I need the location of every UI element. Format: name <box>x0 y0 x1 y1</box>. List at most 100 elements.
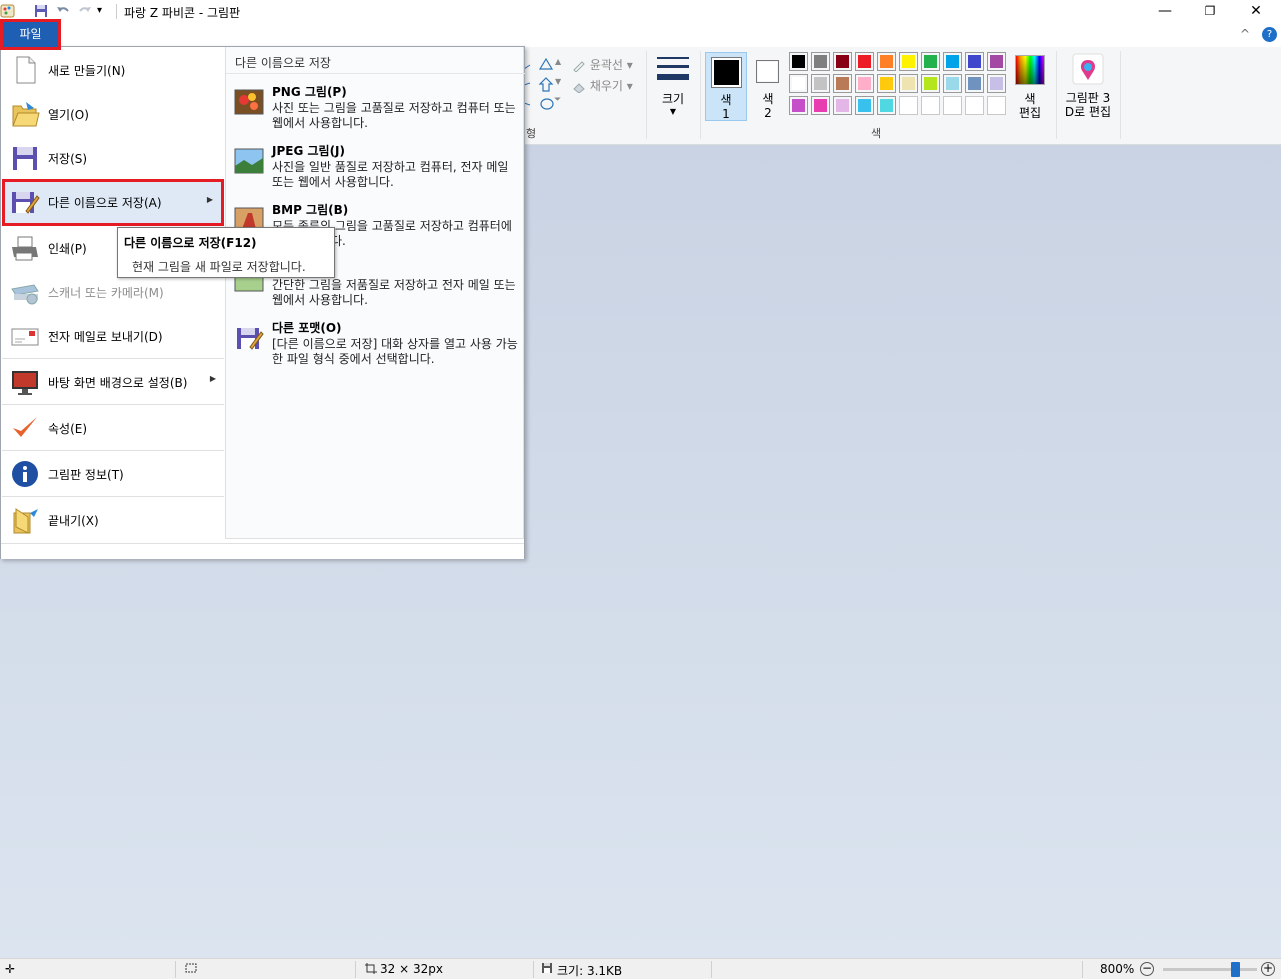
restore-button[interactable]: ❐ <box>1187 0 1233 23</box>
palette-swatch[interactable] <box>921 96 940 115</box>
shapes-scroll-up-icon[interactable]: ▲ <box>555 57 561 66</box>
shapes-gallery[interactable] <box>523 55 568 118</box>
ribbon-separator <box>1120 51 1121 139</box>
palette-swatch[interactable] <box>833 96 852 115</box>
submenu-arrow-icon: ▶ <box>209 374 216 383</box>
palette-swatch[interactable] <box>965 52 984 71</box>
line-width-icon <box>657 57 689 80</box>
save-disk-icon <box>10 143 40 173</box>
submenu-item-title: JPEG 그림(J) <box>272 144 345 158</box>
color2-button[interactable]: 색 2 <box>750 52 786 121</box>
save-as-icon <box>10 187 40 217</box>
menu-item-about[interactable]: 그림판 정보(T) <box>2 452 224 496</box>
menu-item-exit[interactable]: 끝내기(X) <box>2 498 224 542</box>
palette-swatch[interactable] <box>855 74 874 93</box>
palette-swatch[interactable] <box>943 96 962 115</box>
palette-swatch[interactable] <box>877 96 896 115</box>
menu-item-properties[interactable]: 속성(E) <box>2 406 224 450</box>
submenu-header: 다른 이름으로 저장 <box>235 56 331 70</box>
paint-app-icon[interactable] <box>0 3 16 19</box>
palette-swatch[interactable] <box>833 52 852 71</box>
palette-swatch[interactable] <box>965 96 984 115</box>
palette-swatch[interactable] <box>789 74 808 93</box>
quick-save-icon[interactable] <box>33 3 49 19</box>
menu-item-save[interactable]: 저장(S) <box>2 136 224 180</box>
file-menu-commands: 새로 만들기(N) 열기(O) 저장(S) 다른 이름으로 저장(A) ▶ 인쇄… <box>1 47 225 543</box>
new-file-icon <box>10 55 40 85</box>
palette-swatch[interactable] <box>789 52 808 71</box>
submenu-item-desc: 간단한 그림을 저품질로 저장하고 전자 메일 또는 웹에서 사용합니다. <box>272 278 516 307</box>
palette-swatch[interactable] <box>877 52 896 71</box>
zoom-slider-thumb[interactable] <box>1231 962 1240 977</box>
tooltip-title: 다른 이름으로 저장(F12) <box>124 236 257 250</box>
palette-swatch[interactable] <box>987 96 1006 115</box>
paint3d-label: 그림판 3 D로 편집 <box>1064 91 1112 119</box>
palette-swatch[interactable] <box>833 74 852 93</box>
palette-swatch[interactable] <box>943 52 962 71</box>
undo-icon[interactable] <box>55 3 71 19</box>
customize-quick-access-icon[interactable]: ▾ <box>97 3 113 19</box>
menu-item-save-as[interactable]: 다른 이름으로 저장(A) ▶ <box>2 179 224 226</box>
file-tab[interactable]: 파일 <box>0 19 61 50</box>
color-palette <box>789 52 1011 120</box>
menu-item-email[interactable]: 전자 메일로 보내기(D) <box>2 314 224 358</box>
palette-swatch[interactable] <box>899 74 918 93</box>
jpeg-image-icon <box>234 146 264 176</box>
status-divider <box>175 961 176 978</box>
color1-button[interactable]: 색 1 <box>705 52 747 121</box>
ribbon-separator <box>646 51 647 139</box>
checkmark-icon <box>10 413 40 443</box>
size-button[interactable]: 크기 ▼ <box>652 51 694 121</box>
outline-label: 윤곽선 <box>589 58 623 72</box>
menu-divider <box>2 358 224 359</box>
help-button[interactable]: ? <box>1262 27 1277 42</box>
palette-swatch[interactable] <box>855 96 874 115</box>
shapes-expand-icon[interactable]: ⏷ <box>554 95 561 105</box>
zoom-slider[interactable] <box>1163 962 1257 977</box>
cursor-position-icon: ✛ <box>5 962 16 976</box>
menu-item-label: 전자 메일로 보내기(D) <box>48 330 163 344</box>
palette-swatch[interactable] <box>877 74 896 93</box>
minimize-button[interactable]: — <box>1142 0 1188 23</box>
save-as-png[interactable]: PNG 그림(P) 사진 또는 그림을 고품질로 저장하고 컴퓨터 또는 웹에서… <box>226 77 525 135</box>
palette-swatch[interactable] <box>921 52 940 71</box>
palette-swatch[interactable] <box>789 96 808 115</box>
redo-icon[interactable] <box>77 3 93 19</box>
image-dimensions: 32 × 32px <box>380 962 443 976</box>
close-button[interactable]: ✕ <box>1233 0 1279 23</box>
palette-swatch[interactable] <box>855 52 874 71</box>
size-label: 크기 <box>661 92 685 106</box>
shapes-group-label: 형 <box>526 127 537 140</box>
submenu-header-divider <box>226 73 525 74</box>
palette-swatch[interactable] <box>811 52 830 71</box>
submenu-item-title: 다른 포맷(O) <box>272 321 342 335</box>
palette-swatch[interactable] <box>899 96 918 115</box>
palette-swatch[interactable] <box>921 74 940 93</box>
palette-swatch[interactable] <box>899 52 918 71</box>
palette-swatch[interactable] <box>943 74 962 93</box>
menu-item-set-desktop[interactable]: 바탕 화면 배경으로 설정(B) ▶ <box>2 360 224 404</box>
menu-item-open[interactable]: 열기(O) <box>2 92 224 136</box>
zoom-out-button[interactable]: − <box>1140 962 1154 976</box>
menu-divider <box>2 450 224 451</box>
fill-label: 채우기 <box>589 79 623 93</box>
menu-item-label: 새로 만들기(N) <box>48 64 126 78</box>
color2-swatch <box>756 60 779 83</box>
palette-swatch[interactable] <box>965 74 984 93</box>
palette-swatch[interactable] <box>987 52 1006 71</box>
zoom-in-button[interactable]: + <box>1261 962 1275 976</box>
save-as-jpeg[interactable]: JPEG 그림(J) 사진을 일반 품질로 저장하고 컴퓨터, 전자 메일 또는… <box>226 136 525 194</box>
palette-swatch[interactable] <box>987 74 1006 93</box>
ribbon-collapse-icon[interactable]: ^ <box>1240 27 1250 41</box>
paint3d-button[interactable]: 그림판 3 D로 편집 <box>1061 52 1115 121</box>
palette-swatch[interactable] <box>811 96 830 115</box>
palette-swatch[interactable] <box>811 74 830 93</box>
menu-item-label: 인쇄(P) <box>48 242 87 256</box>
fill-button[interactable]: 채우기 ▾ <box>572 77 633 94</box>
menu-item-new[interactable]: 새로 만들기(N) <box>2 48 224 92</box>
edit-colors-button[interactable]: 색 편집 <box>1012 52 1048 121</box>
shapes-scroll-down-icon[interactable]: ▼ <box>555 77 561 86</box>
save-as-other-format[interactable]: 다른 포맷(O) [다른 이름으로 저장] 대화 상자를 열고 사용 가능한 파… <box>226 313 525 371</box>
outline-button[interactable]: 윤곽선 ▾ <box>572 56 633 73</box>
submenu-arrow-icon: ▶ <box>206 195 213 204</box>
